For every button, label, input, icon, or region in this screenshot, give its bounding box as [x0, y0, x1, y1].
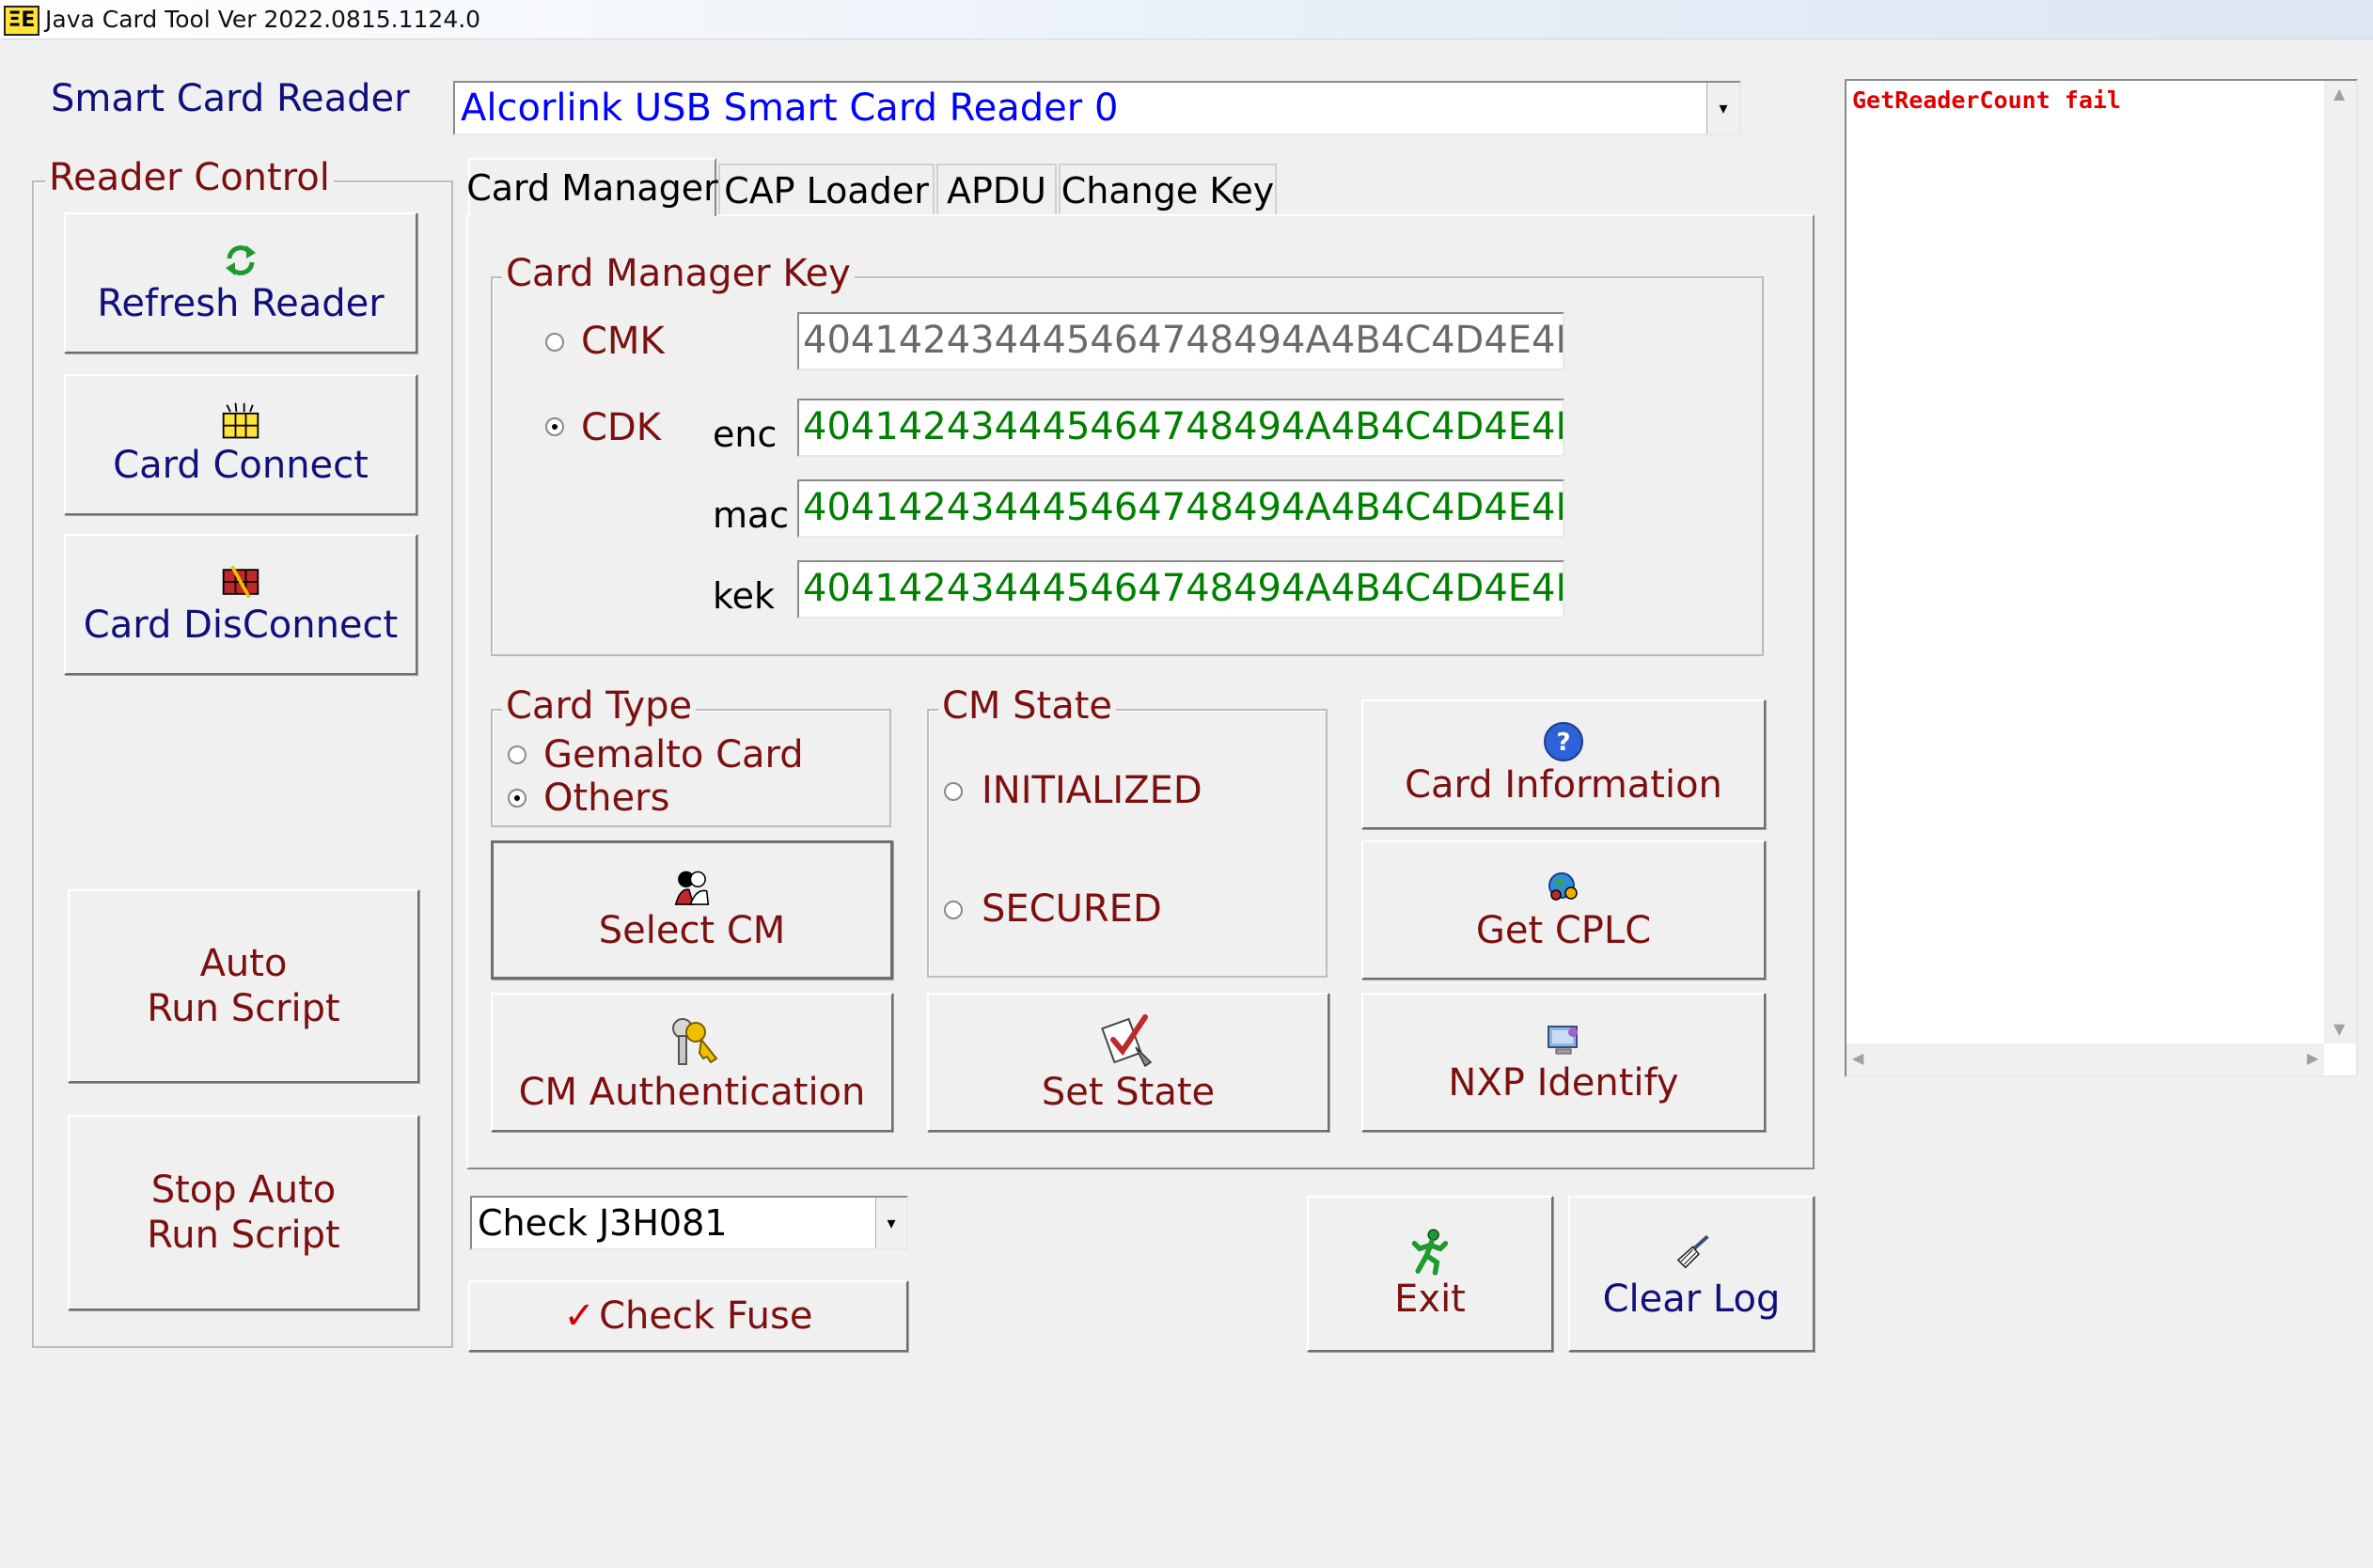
cm-state-legend: CM State [938, 684, 1117, 728]
card-disconnect-button[interactable]: Card DisConnect [64, 534, 417, 675]
card-disconnect-icon [220, 561, 261, 603]
card-type-legend: Card Type [502, 684, 697, 728]
tab-card-manager[interactable]: Card Manager [466, 158, 718, 216]
card-chip-icon [220, 401, 261, 443]
others-label: Others [543, 776, 670, 820]
refresh-reader-label: Refresh Reader [97, 282, 385, 325]
tab-card-manager-label: Card Manager [466, 167, 718, 209]
cmk-label: CMK [581, 320, 665, 363]
set-state-label: Set State [1041, 1071, 1216, 1114]
kek-label: kek [713, 575, 776, 617]
cmk-field[interactable]: 404142434445464748494A4B4C4D4E4F [797, 312, 1564, 370]
auto-run-script-label: Auto Run Script [147, 942, 340, 1030]
secured-label: SECURED [982, 887, 1162, 931]
cdk-label: CDK [581, 406, 661, 449]
card-disconnect-label: Card DisConnect [83, 604, 399, 647]
log-line: GetReaderCount fail [1852, 86, 2121, 114]
mac-field[interactable]: 404142434445464748494A4B4C4D4E4F [797, 479, 1564, 538]
reader-label: Smart Card Reader [51, 77, 410, 120]
enc-label: enc [713, 414, 778, 455]
checkmark-icon: ✓ [563, 1294, 596, 1338]
tab-cap-loader[interactable]: CAP Loader [718, 164, 935, 216]
exit-button[interactable]: Exit [1307, 1196, 1553, 1352]
scroll-left-icon[interactable]: ◀ [1852, 1049, 1863, 1067]
card-manager-key-legend: Card Manager Key [502, 252, 855, 295]
tab-cap-loader-label: CAP Loader [724, 170, 929, 212]
computer-icon [1543, 1019, 1584, 1060]
cmk-radio[interactable] [545, 333, 564, 352]
refresh-icon [220, 240, 261, 281]
cm-authentication-label: CM Authentication [518, 1071, 866, 1114]
log-horizontal-scrollbar[interactable]: ◀ ▶ [1847, 1043, 2324, 1075]
gemalto-card-label: Gemalto Card [543, 733, 804, 776]
card-information-label: Card Information [1405, 763, 1722, 807]
card-connect-button[interactable]: Card Connect [64, 374, 417, 515]
card-connect-label: Card Connect [113, 444, 369, 487]
scroll-right-icon[interactable]: ▶ [2307, 1049, 2318, 1067]
chevron-down-icon[interactable]: ▾ [1706, 83, 1739, 133]
app-icon: ΞE [4, 6, 39, 36]
check-select[interactable]: Check J3H081 ▾ [470, 1196, 908, 1250]
clear-log-label: Clear Log [1602, 1278, 1781, 1321]
clear-log-button[interactable]: Clear Log [1568, 1196, 1815, 1352]
nxp-identify-label: NXP Identify [1448, 1061, 1679, 1105]
initialized-label: INITIALIZED [982, 769, 1202, 812]
checkmark-pen-icon [1098, 1010, 1158, 1070]
users-icon [671, 867, 713, 908]
refresh-reader-button[interactable]: Refresh Reader [64, 212, 417, 353]
running-man-icon [1409, 1226, 1451, 1277]
tab-change-key[interactable]: Change Key [1059, 164, 1277, 216]
select-cm-button[interactable]: Select CM [491, 840, 893, 980]
initialized-radio[interactable] [944, 782, 963, 801]
card-information-button[interactable]: ? Card Information [1361, 699, 1766, 829]
cm-authentication-button[interactable]: CM Authentication [491, 993, 893, 1132]
broom-icon [1671, 1226, 1712, 1277]
tab-apdu-label: APDU [947, 170, 1046, 212]
stop-auto-run-script-button[interactable]: Stop Auto Run Script [68, 1115, 419, 1310]
window-title: Java Card Tool Ver 2022.0815.1124.0 [45, 6, 481, 33]
reader-control-legend: Reader Control [45, 156, 334, 199]
log-panel[interactable]: GetReaderCount fail ▲ ▼ ◀ ▶ [1845, 79, 2358, 1077]
chevron-down-icon[interactable]: ▾ [875, 1198, 906, 1248]
reader-select-value: Alcorlink USB Smart Card Reader 0 [461, 86, 1119, 130]
cm-state-group: CM State [927, 684, 1328, 978]
tab-change-key-label: Change Key [1061, 170, 1275, 212]
globe-people-icon [1543, 867, 1584, 908]
scroll-down-icon[interactable]: ▼ [2334, 1020, 2345, 1038]
others-radio[interactable] [508, 789, 526, 808]
nxp-identify-button[interactable]: NXP Identify [1361, 993, 1766, 1132]
kek-field[interactable]: 404142434445464748494A4B4C4D4E4F [797, 560, 1564, 619]
help-icon: ? [1543, 721, 1584, 762]
tab-apdu[interactable]: APDU [936, 164, 1057, 216]
select-cm-label: Select CM [598, 909, 786, 952]
secured-radio[interactable] [944, 901, 963, 919]
scroll-up-icon[interactable]: ▲ [2334, 85, 2345, 102]
svg-text:?: ? [1556, 729, 1570, 757]
gemalto-card-radio[interactable] [508, 745, 526, 764]
stop-auto-run-script-label: Stop Auto Run Script [147, 1168, 340, 1257]
keys-icon [662, 1010, 722, 1070]
mac-label: mac [713, 494, 790, 536]
cdk-radio[interactable] [545, 417, 564, 436]
set-state-button[interactable]: Set State [927, 993, 1329, 1132]
check-fuse-label: Check Fuse [599, 1294, 813, 1338]
auto-run-script-button[interactable]: Auto Run Script [68, 889, 419, 1083]
enc-field[interactable]: 404142434445464748494A4B4C4D4E4F [797, 399, 1564, 457]
title-bar: ΞE Java Card Tool Ver 2022.0815.1124.0 [0, 0, 2373, 39]
log-vertical-scrollbar[interactable]: ▲ ▼ [2324, 81, 2356, 1043]
check-select-value: Check J3H081 [478, 1202, 728, 1244]
get-cplc-button[interactable]: Get CPLC [1361, 840, 1766, 980]
exit-label: Exit [1394, 1278, 1466, 1321]
check-fuse-button[interactable]: ✓ Check Fuse [468, 1280, 908, 1352]
reader-select[interactable]: Alcorlink USB Smart Card Reader 0 ▾ [453, 81, 1741, 135]
get-cplc-label: Get CPLC [1475, 909, 1652, 952]
